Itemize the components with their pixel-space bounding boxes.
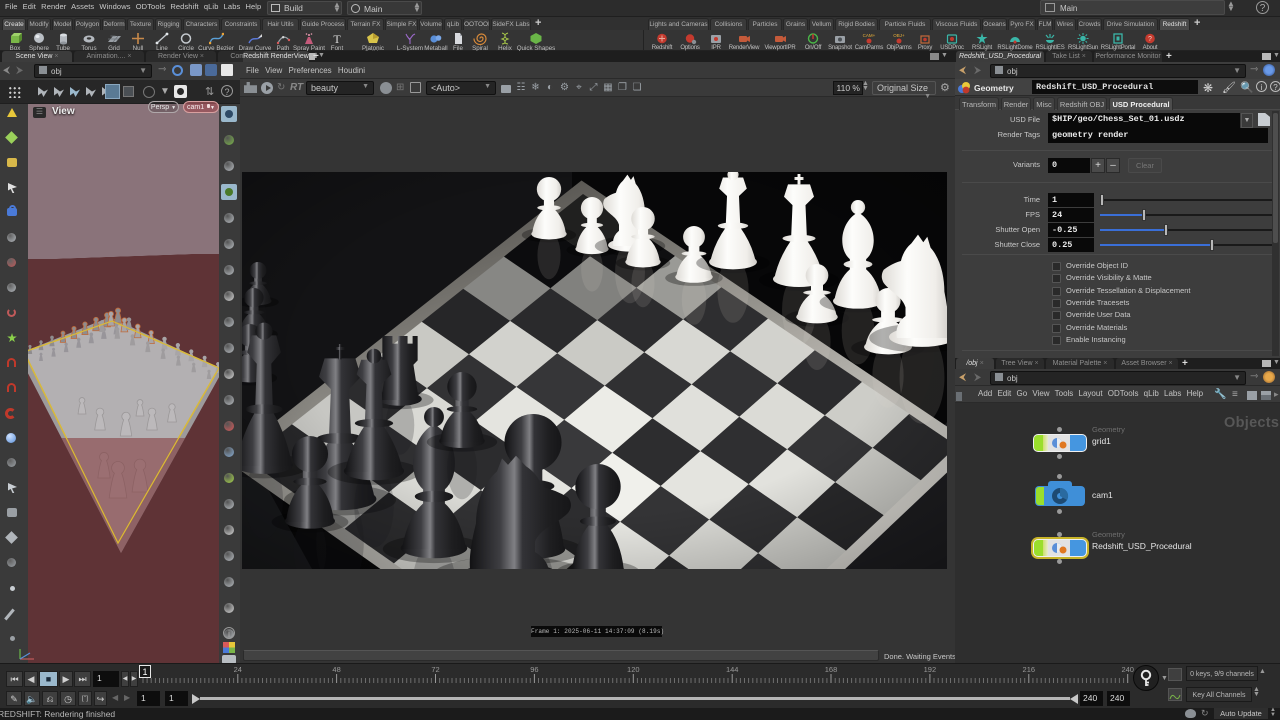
svg-text:CAM+: CAM+	[862, 33, 875, 38]
svg-text:96: 96	[530, 665, 538, 674]
svg-text:192: 192	[924, 665, 937, 674]
svg-text:120: 120	[627, 665, 640, 674]
svg-text:OBJ+: OBJ+	[893, 33, 905, 38]
svg-text:168: 168	[825, 665, 838, 674]
svg-text:?: ?	[1148, 36, 1152, 43]
svg-text:216: 216	[1023, 665, 1036, 674]
svg-text:48: 48	[332, 665, 340, 674]
svg-text:144: 144	[726, 665, 739, 674]
svg-text:72: 72	[431, 665, 439, 674]
svg-text:240: 240	[1121, 665, 1134, 674]
svg-text:24: 24	[234, 665, 242, 674]
svg-text:T: T	[333, 32, 341, 45]
